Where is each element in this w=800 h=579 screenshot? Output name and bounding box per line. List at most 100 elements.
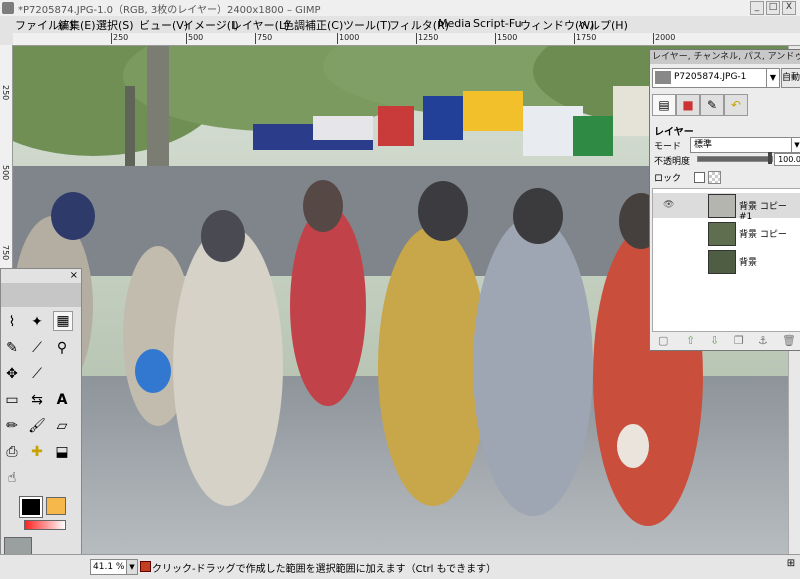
foreground-color[interactable] [19, 496, 43, 518]
opacity-label: 不透明度 [654, 157, 691, 167]
gradient-swatch[interactable] [24, 520, 66, 530]
image-selector[interactable]: P7205874.JPG-1 ▼ [652, 68, 780, 88]
lock-pixels-checkbox[interactable] [694, 172, 705, 183]
transform-tool-icon[interactable]: ▭ [3, 391, 21, 409]
opacity-slider-fill [698, 157, 772, 161]
select-tool-icon [140, 561, 151, 572]
close-button[interactable]: X [782, 1, 796, 15]
tab-paths-icon[interactable]: ✎ [700, 94, 724, 116]
ruler-tick: 500 [185, 33, 204, 44]
select-by-color-tool-icon[interactable]: ▦ [53, 311, 73, 331]
layer-row[interactable]: 👁 背景 コピー#1 [653, 193, 800, 222]
layer-thumbnail [708, 222, 736, 246]
dock-title[interactable]: レイヤー, チャンネル, パス, アンドゥ [650, 50, 800, 64]
menu-script-fu[interactable]: Script-Fu [473, 17, 522, 30]
duplicate-layer-icon[interactable]: ❐ [734, 334, 744, 347]
minimize-button[interactable]: _ [750, 1, 764, 15]
dock-tabs: ▤ ■ ✎ ↶ [652, 92, 799, 118]
move-tool-icon[interactable]: ✥ [3, 365, 21, 383]
mode-select[interactable]: 標準 ▼ [690, 137, 800, 153]
flip-tool-icon[interactable]: ⇆ [28, 391, 46, 409]
menu-edit[interactable]: 編集(E) [58, 17, 96, 33]
lower-layer-icon[interactable]: ⇩ [710, 334, 719, 347]
status-bar: 41.1 % ▼ クリック-ドラッグで作成した範囲を選択範囲に加えます（Ctrl… [0, 554, 800, 579]
ruler-tick: 500 [1, 165, 10, 181]
ruler-tick: 250 [110, 33, 129, 44]
ruler-tick: 1250 [415, 33, 439, 44]
layers-list: 👁 背景 コピー#1 背景 コピー 背景 [652, 188, 800, 332]
menu-view[interactable]: ビュー(V) [139, 17, 188, 33]
menu-select[interactable]: 選択(S) [96, 17, 134, 33]
delete-layer-icon[interactable]: 🗑 [782, 334, 796, 347]
opacity-slider[interactable] [697, 152, 773, 164]
chevron-down-icon[interactable]: ▼ [126, 559, 138, 575]
background-color[interactable] [46, 497, 66, 515]
tab-layers-icon[interactable]: ▤ [652, 94, 676, 116]
window-title: *P7205874.JPG-1.0（RGB, 3枚のレイヤー）2400x1800… [18, 5, 321, 16]
pencil-tool-icon[interactable]: ✏ [3, 417, 21, 435]
tab-channels-icon[interactable]: ■ [676, 94, 700, 116]
layer-row[interactable]: 背景 [653, 249, 800, 274]
toolbox-panel: × ⌇ ✦ ▦ ✎ ⟋ ⚲ ✥ ⟋ ▭ ⇆ A ✏ 🖌 ▱ ⎙ ✚ ⬓ ☝ [0, 268, 82, 578]
eraser-tool-icon[interactable]: ▱ [53, 417, 71, 435]
toolbox-handle[interactable] [1, 283, 81, 307]
color-picker-tool-icon[interactable]: ⟋ [28, 339, 46, 357]
opacity-slider-knob[interactable] [768, 152, 772, 164]
text-tool-icon[interactable]: A [53, 391, 71, 409]
lock-alpha-icon[interactable] [708, 171, 721, 184]
menu-media[interactable]: Media [438, 17, 471, 30]
layer-thumbnail [708, 250, 736, 274]
tab-undo-icon[interactable]: ↶ [724, 94, 748, 116]
chevron-down-icon[interactable]: ▼ [791, 138, 800, 152]
ruler-tick: 250 [1, 85, 10, 101]
anchor-layer-icon[interactable]: ⚓ [758, 334, 768, 347]
paths-tool-icon[interactable]: ✎ [3, 339, 21, 357]
horizontal-ruler[interactable]: 250 500 750 1000 1250 1500 1750 2000 [13, 33, 800, 46]
toolbox-close-icon[interactable]: × [70, 270, 78, 281]
status-hint: クリック-ドラッグで作成した範囲を選択範囲に加えます（Ctrl もできます） [152, 564, 497, 575]
new-layer-icon[interactable]: ▢ [658, 334, 668, 347]
layers-button-bar: ▢ ⇧ ⇩ ❐ ⚓ 🗑 [650, 332, 800, 350]
image-thumbnail [655, 71, 671, 84]
raise-layer-icon[interactable]: ⇧ [686, 334, 695, 347]
bucket-fill-tool-icon[interactable]: ⬓ [53, 443, 71, 461]
mode-value: 標準 [694, 140, 713, 150]
title-bar: *P7205874.JPG-1.0（RGB, 3枚のレイヤー）2400x1800… [0, 0, 800, 17]
smudge-tool-icon[interactable]: ☝ [3, 469, 21, 487]
navigate-icon[interactable]: ⊞ [784, 558, 798, 574]
ruler-tick: 1750 [573, 33, 597, 44]
ruler-tick: 750 [254, 33, 273, 44]
clone-tool-icon[interactable]: ⎙ [3, 443, 21, 461]
layer-name: 背景 コピー [739, 230, 787, 240]
lasso-tool-icon[interactable]: ⌇ [3, 313, 21, 331]
ruler-tick: 1500 [494, 33, 518, 44]
layer-name: 背景 [739, 258, 758, 268]
measure-tool-icon[interactable]: ⟋ [28, 365, 46, 383]
heal-tool-icon[interactable]: ✚ [28, 443, 46, 461]
zoom-tool-icon[interactable]: ⚲ [53, 339, 71, 357]
mode-label: モード [654, 142, 682, 152]
menu-colors[interactable]: 色調補正(C) [283, 17, 343, 33]
menu-tools[interactable]: ツール(T) [343, 17, 391, 33]
paintbrush-tool-icon[interactable]: 🖌 [28, 417, 46, 435]
gimp-icon [2, 2, 14, 14]
image-selector-label: P7205874.JPG-1 [674, 72, 747, 82]
chevron-down-icon[interactable]: ▼ [766, 69, 779, 87]
opacity-value[interactable]: 100.0 [774, 153, 800, 166]
menu-help[interactable]: ヘルプ(H) [578, 17, 628, 33]
menu-bar: ファイル(F) 編集(E) 選択(S) ビュー(V) イメージ(I) レイヤー(… [0, 16, 800, 34]
maximize-button[interactable]: □ [766, 1, 780, 15]
auto-button[interactable]: 自動 [781, 68, 800, 88]
menu-layer[interactable]: レイヤー(L) [231, 17, 289, 33]
layer-thumbnail [708, 194, 736, 218]
ruler-tick: 750 [1, 245, 10, 261]
fuzzy-select-tool-icon[interactable]: ✦ [28, 313, 46, 331]
lock-label: ロック [654, 174, 682, 184]
ruler-tick: 1000 [336, 33, 360, 44]
layers-section-title: レイヤー [654, 127, 694, 138]
ruler-tick: 2000 [652, 33, 676, 44]
layers-dock: レイヤー, チャンネル, パス, アンドゥ P7205874.JPG-1 ▼ 自… [649, 49, 800, 351]
layer-row[interactable]: 背景 コピー [653, 221, 800, 246]
layer-name: 背景 コピー#1 [739, 202, 787, 222]
eye-icon[interactable]: 👁 [663, 200, 674, 210]
